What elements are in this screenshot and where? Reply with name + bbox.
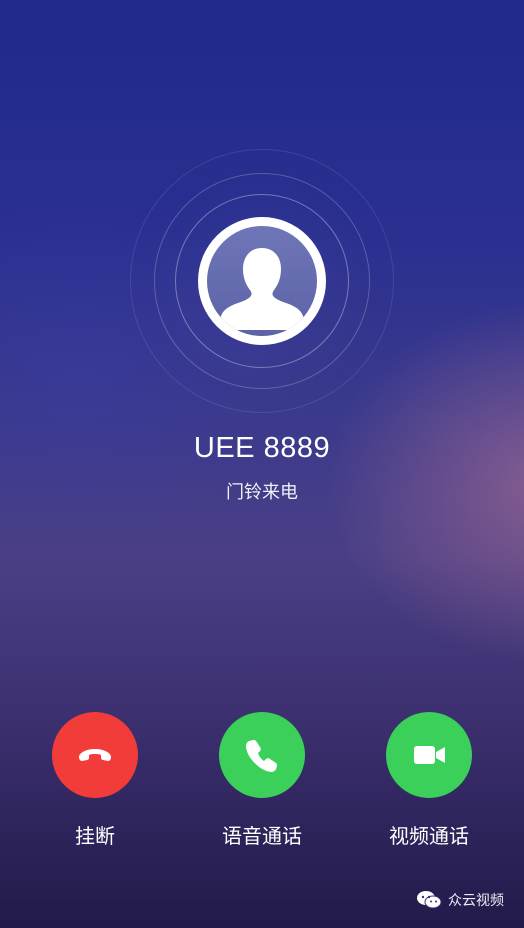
wechat-icon <box>417 891 442 909</box>
voice-call-button[interactable] <box>219 712 305 798</box>
hangup-button[interactable] <box>52 712 138 798</box>
voice-call-action: 语音通话 <box>192 712 332 849</box>
voice-call-label: 语音通话 <box>222 824 302 848</box>
phone-icon <box>246 740 277 772</box>
video-call-label: 视频通话 <box>389 824 469 848</box>
person-silhouette-icon <box>219 248 305 330</box>
caller-name: UEE 8889 <box>193 432 331 464</box>
call-actions: 挂断 语音通话 视频通话 <box>0 712 524 852</box>
watermark: 众云视频 <box>416 890 504 910</box>
video-call-button[interactable] <box>386 712 472 798</box>
video-call-action: 视频通话 <box>359 712 499 849</box>
video-camera-icon <box>414 746 445 764</box>
hangup-action: 挂断 <box>25 712 165 849</box>
call-status: 门铃来电 <box>226 482 298 503</box>
caller-avatar <box>198 217 326 345</box>
hangup-label: 挂断 <box>75 824 115 848</box>
phone-hangup-icon <box>79 749 111 761</box>
watermark-text: 众云视频 <box>448 893 504 909</box>
incoming-call-screen: UEE 8889 门铃来电 挂断 语音通话 视频通话 众云视频 <box>0 0 524 928</box>
